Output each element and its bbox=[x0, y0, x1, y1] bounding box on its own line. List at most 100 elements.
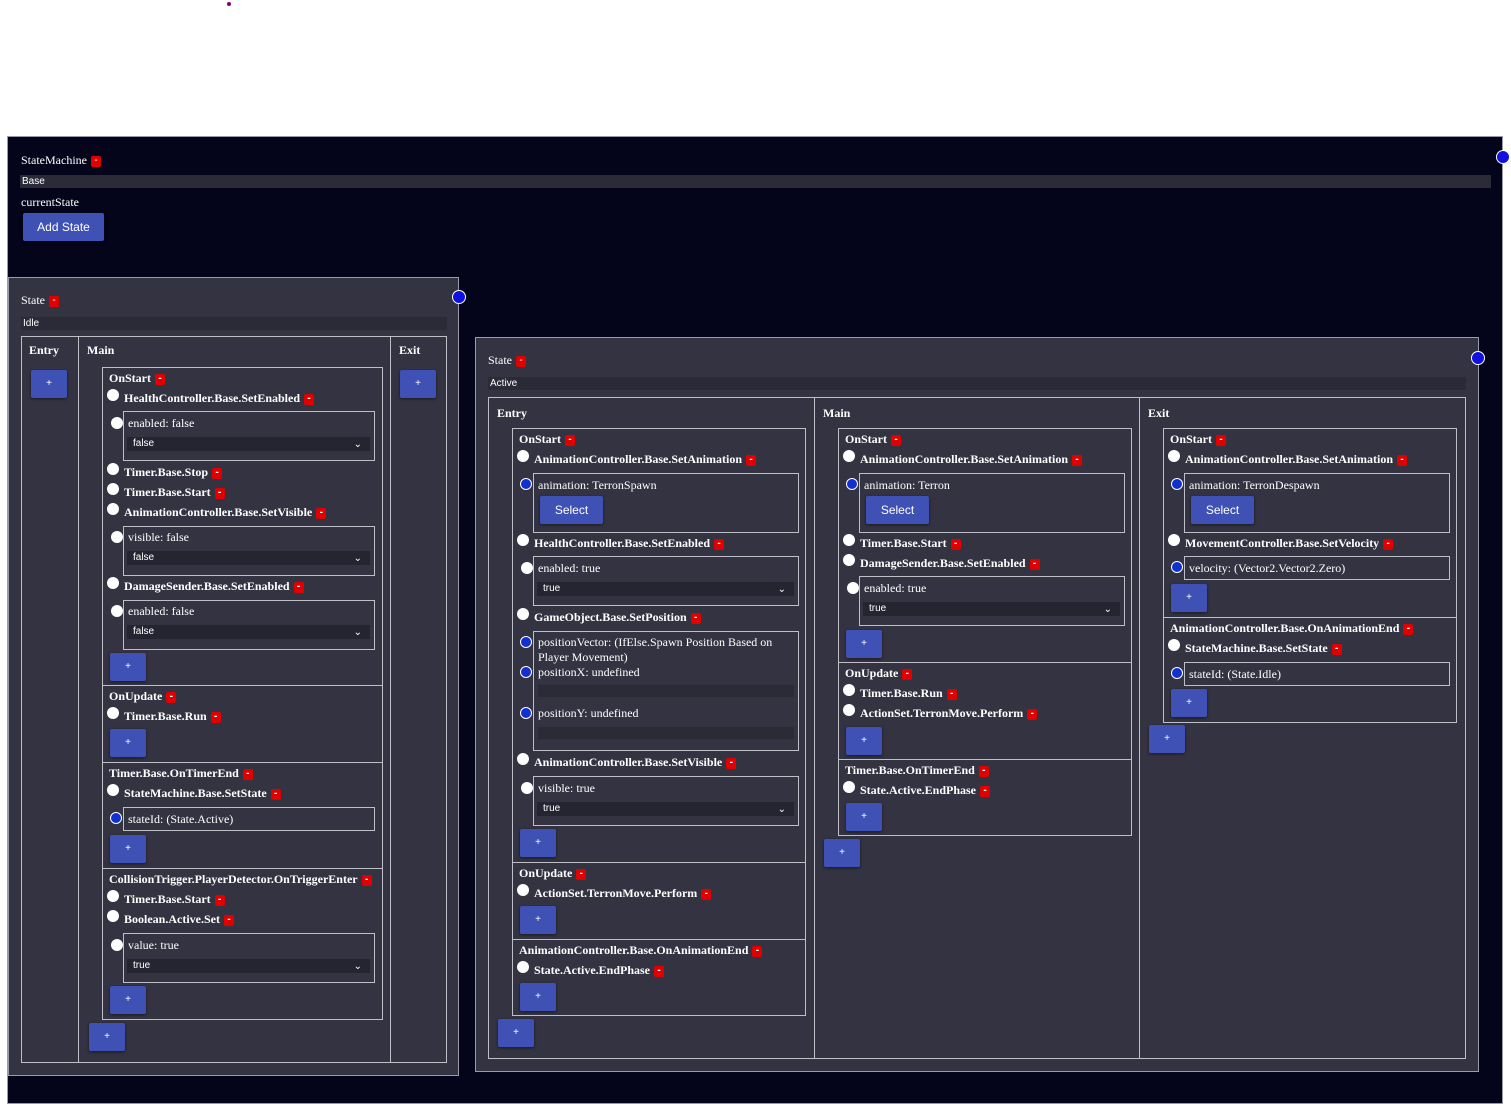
remove-action-button[interactable]: - bbox=[980, 785, 990, 797]
remove-action-button[interactable]: - bbox=[270, 788, 281, 800]
param-connector[interactable] bbox=[1171, 478, 1183, 490]
remove-idle-state-button[interactable]: - bbox=[49, 295, 59, 307]
add-action-button[interactable]: + bbox=[520, 983, 556, 1011]
remove-action-button[interactable]: - bbox=[214, 487, 225, 499]
remove-event-button[interactable]: - bbox=[891, 434, 901, 446]
action-radio[interactable] bbox=[107, 707, 119, 719]
action-radio[interactable] bbox=[107, 784, 119, 796]
remove-action-button[interactable]: - bbox=[950, 538, 961, 550]
idle-main-add-event-button[interactable]: + bbox=[89, 1023, 125, 1051]
state-machine-node[interactable]: StateMachine - Base currentState Add Stat… bbox=[7, 136, 1510, 1104]
select-animation-button[interactable]: Select bbox=[540, 496, 603, 524]
remove-action-button[interactable]: - bbox=[1331, 643, 1342, 655]
param-connector[interactable] bbox=[520, 478, 532, 490]
action-radio[interactable] bbox=[517, 534, 529, 546]
remove-event-button[interactable]: - bbox=[752, 945, 763, 957]
param-connector[interactable] bbox=[1171, 561, 1183, 573]
active-state-connector[interactable] bbox=[1471, 351, 1485, 365]
param-connector[interactable] bbox=[520, 636, 532, 648]
remove-action-button[interactable]: - bbox=[1027, 708, 1038, 720]
remove-action-button[interactable]: - bbox=[223, 914, 234, 926]
add-action-button[interactable]: + bbox=[110, 729, 146, 757]
action-radio[interactable] bbox=[843, 781, 855, 793]
remove-event-button[interactable]: - bbox=[166, 691, 177, 703]
remove-action-button[interactable]: - bbox=[212, 467, 223, 479]
param-connector[interactable] bbox=[110, 812, 122, 824]
param-connector[interactable] bbox=[520, 707, 532, 719]
add-action-button[interactable]: + bbox=[1171, 689, 1207, 717]
action-radio[interactable] bbox=[517, 608, 529, 620]
add-action-button[interactable]: + bbox=[846, 727, 882, 755]
remove-action-button[interactable]: - bbox=[1397, 454, 1408, 466]
add-action-button[interactable]: + bbox=[846, 630, 882, 658]
add-action-button[interactable]: + bbox=[110, 986, 146, 1014]
position-y-input[interactable] bbox=[538, 727, 794, 739]
param-connector[interactable] bbox=[846, 478, 858, 490]
action-radio[interactable] bbox=[843, 684, 855, 696]
remove-action-button[interactable]: - bbox=[690, 612, 701, 624]
param-select[interactable]: false ⌄ bbox=[127, 551, 370, 565]
idle-state-connector[interactable] bbox=[452, 290, 466, 304]
remove-event-button[interactable]: - bbox=[576, 868, 587, 880]
action-radio[interactable] bbox=[843, 554, 855, 566]
add-state-button[interactable]: Add State bbox=[23, 213, 104, 241]
remove-event-button[interactable]: - bbox=[242, 768, 253, 780]
param-radio[interactable] bbox=[847, 582, 859, 594]
remove-action-button[interactable]: - bbox=[1383, 538, 1394, 550]
remove-action-button[interactable]: - bbox=[714, 538, 725, 550]
remove-event-button[interactable]: - bbox=[978, 765, 989, 777]
param-radio[interactable] bbox=[111, 939, 123, 951]
action-radio[interactable] bbox=[517, 450, 529, 462]
state-machine-connector[interactable] bbox=[1496, 150, 1510, 164]
action-radio[interactable] bbox=[1168, 450, 1180, 462]
action-radio[interactable] bbox=[517, 884, 529, 896]
action-radio[interactable] bbox=[107, 503, 119, 515]
select-animation-button[interactable]: Select bbox=[866, 496, 929, 524]
action-radio[interactable] bbox=[517, 753, 529, 765]
remove-event-button[interactable]: - bbox=[1216, 434, 1226, 446]
remove-event-button[interactable]: - bbox=[1403, 623, 1414, 635]
param-select[interactable]: false ⌄ bbox=[127, 437, 370, 451]
state-node-active[interactable]: State - Active Entry OnStart - AnimationCo… bbox=[475, 337, 1485, 1072]
remove-action-button[interactable]: - bbox=[726, 757, 737, 769]
param-connector[interactable] bbox=[1171, 667, 1183, 679]
idle-state-name-field[interactable]: Idle bbox=[21, 317, 447, 330]
add-action-button[interactable]: + bbox=[520, 829, 556, 857]
remove-event-button[interactable]: - bbox=[155, 373, 165, 385]
select-animation-button[interactable]: Select bbox=[1191, 496, 1254, 524]
remove-active-state-button[interactable]: - bbox=[516, 355, 526, 367]
param-radio[interactable] bbox=[521, 782, 533, 794]
remove-action-button[interactable]: - bbox=[946, 688, 957, 700]
position-x-input[interactable] bbox=[538, 685, 794, 697]
add-action-button[interactable]: + bbox=[520, 906, 556, 934]
remove-action-button[interactable]: - bbox=[1072, 454, 1083, 466]
remove-state-machine-button[interactable]: - bbox=[90, 155, 101, 167]
param-connector[interactable] bbox=[520, 666, 532, 678]
action-radio[interactable] bbox=[1168, 639, 1180, 651]
remove-action-button[interactable]: - bbox=[746, 454, 757, 466]
action-radio[interactable] bbox=[107, 389, 119, 401]
param-select[interactable]: true ⌄ bbox=[537, 582, 794, 596]
action-radio[interactable] bbox=[517, 961, 529, 973]
active-main-add-event-button[interactable]: + bbox=[824, 839, 860, 867]
action-radio[interactable] bbox=[1168, 534, 1180, 546]
add-action-button[interactable]: + bbox=[846, 803, 882, 831]
param-radio[interactable] bbox=[521, 562, 533, 574]
param-select[interactable]: true ⌄ bbox=[863, 602, 1120, 616]
add-action-button[interactable]: + bbox=[110, 835, 146, 863]
action-radio[interactable] bbox=[107, 890, 119, 902]
remove-action-button[interactable]: - bbox=[293, 581, 304, 593]
remove-action-button[interactable]: - bbox=[701, 888, 712, 900]
active-exit-add-event-button[interactable]: + bbox=[1149, 725, 1185, 753]
param-select[interactable]: false ⌄ bbox=[127, 625, 370, 639]
remove-action-button[interactable]: - bbox=[654, 965, 664, 977]
action-radio[interactable] bbox=[107, 577, 119, 589]
action-radio[interactable] bbox=[107, 910, 119, 922]
idle-entry-add-button[interactable]: + bbox=[31, 370, 67, 398]
state-node-idle[interactable]: State - Idle Entry + Main OnStart - Health… bbox=[8, 277, 466, 1076]
remove-event-button[interactable]: - bbox=[902, 668, 913, 680]
remove-event-button[interactable]: - bbox=[565, 434, 575, 446]
remove-action-button[interactable]: - bbox=[316, 507, 327, 519]
action-radio[interactable] bbox=[843, 534, 855, 546]
idle-exit-add-button[interactable]: + bbox=[400, 370, 436, 398]
